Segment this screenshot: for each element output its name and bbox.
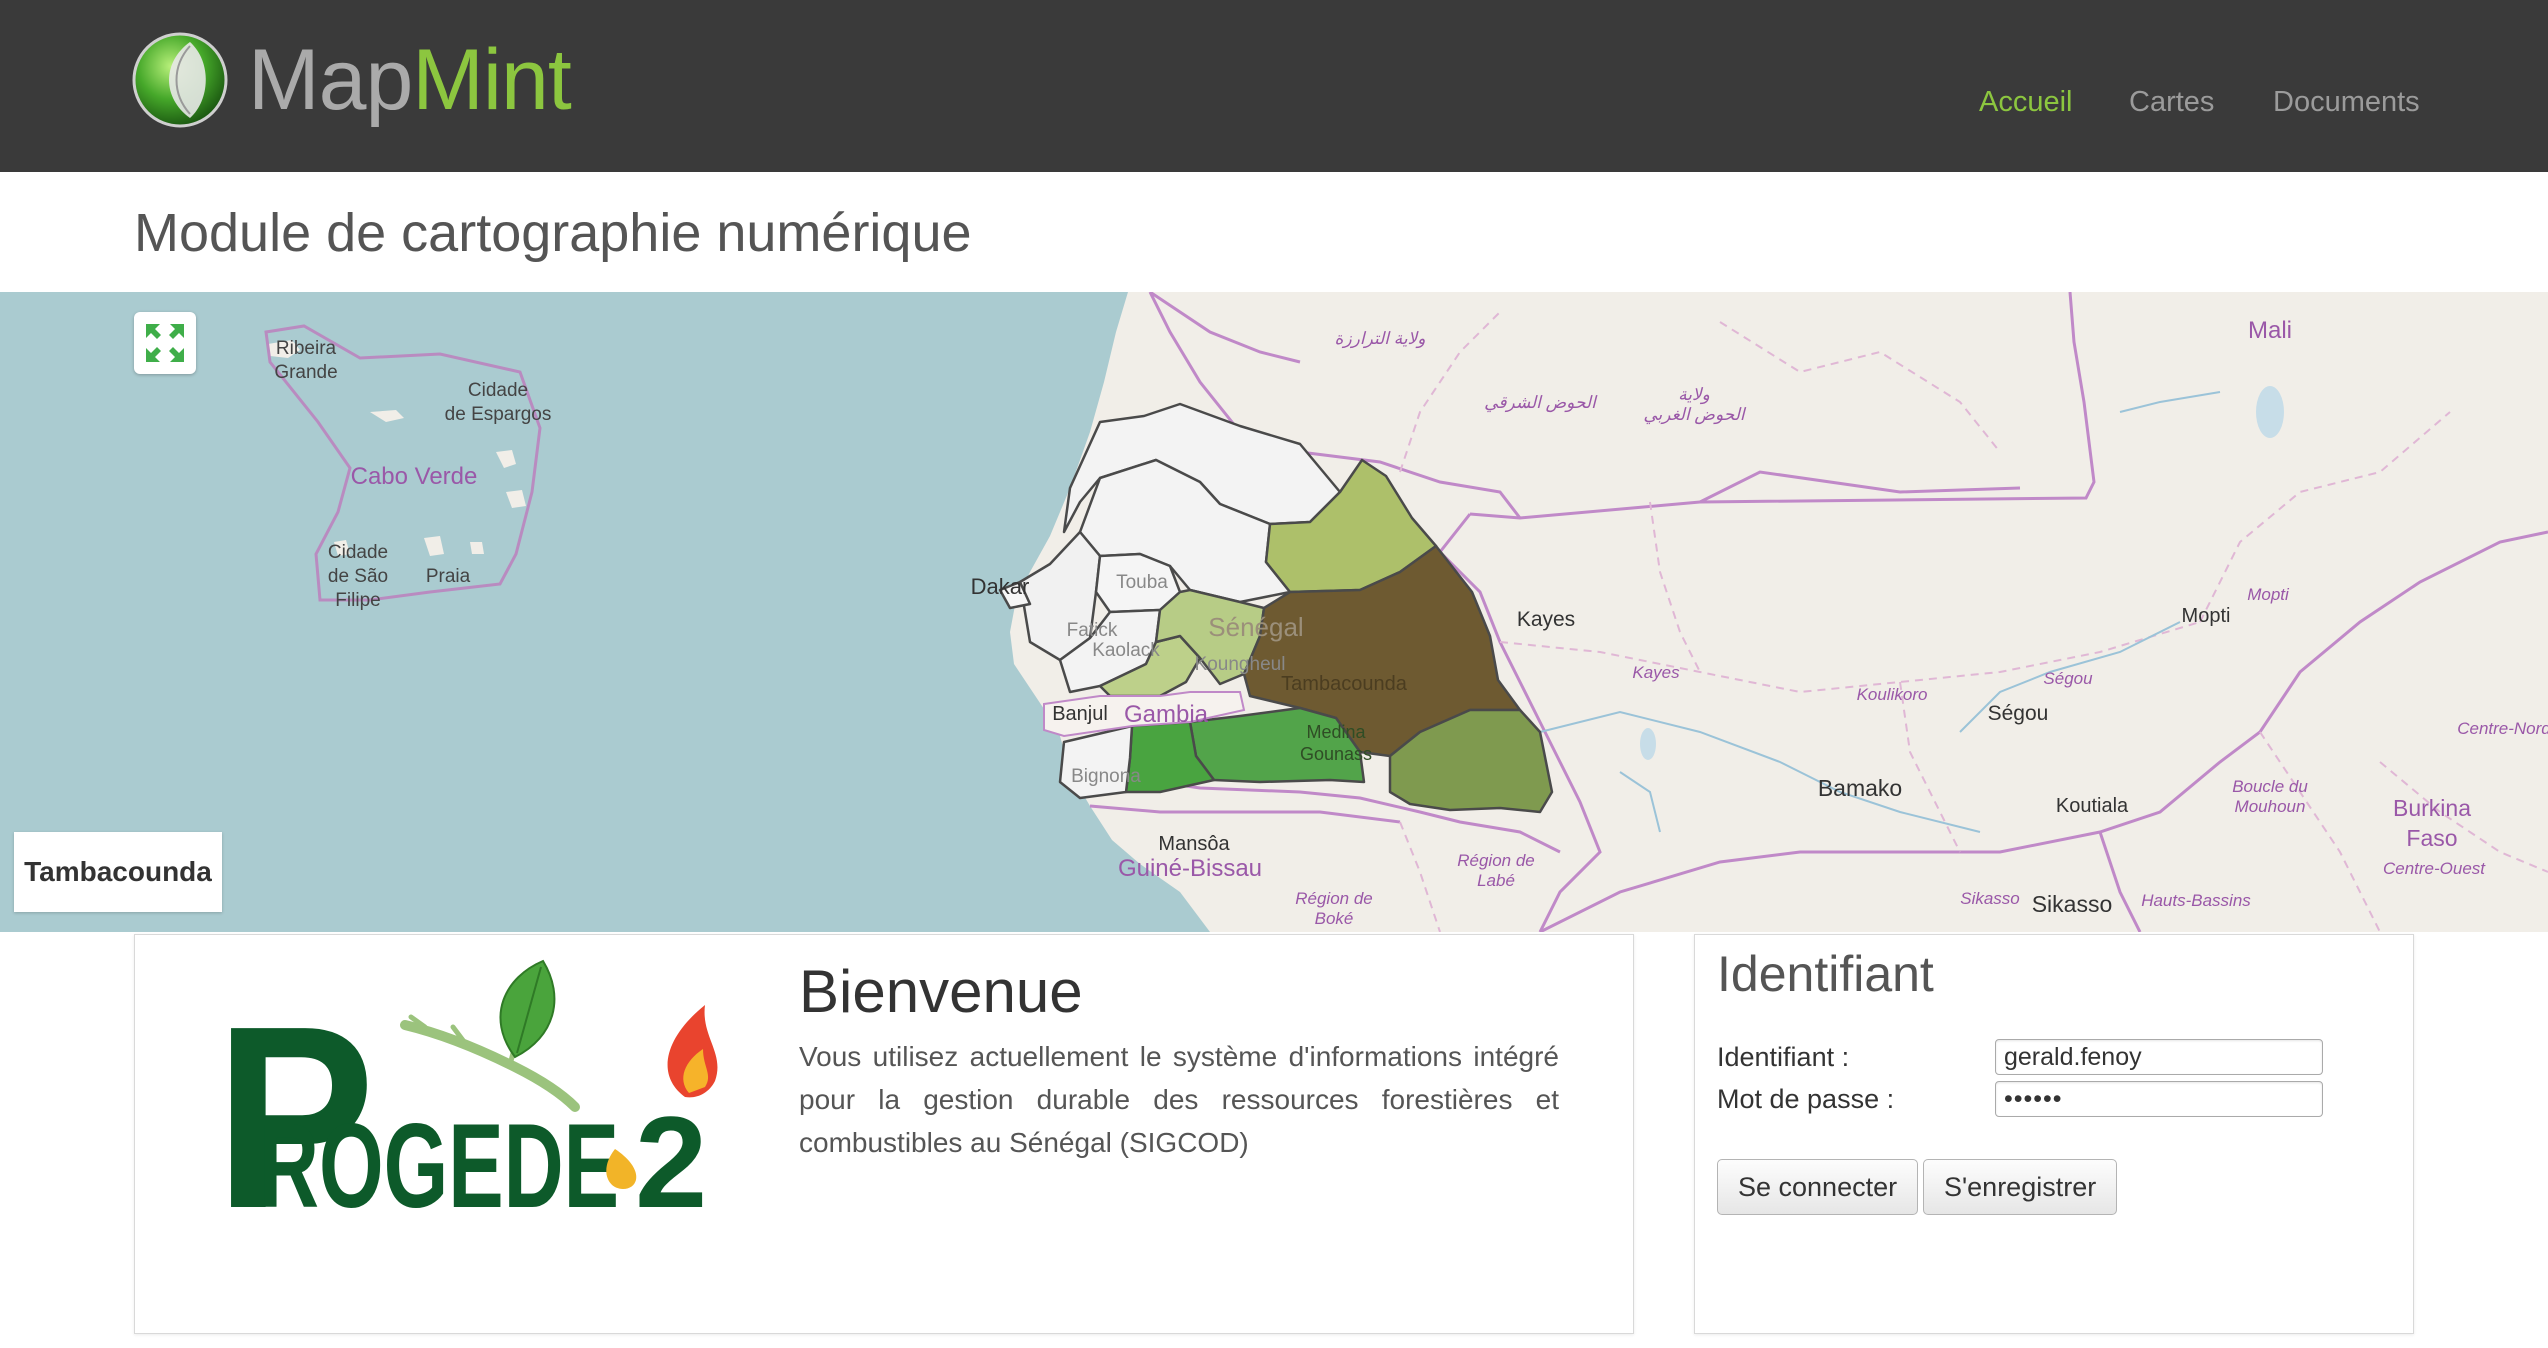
- label-ribeira-1: Ribeira: [276, 338, 337, 359]
- brand-name-part2: Mint: [412, 32, 571, 128]
- leaf-icon: [499, 959, 556, 1059]
- label-sao-filipe-1: Cidade: [328, 542, 388, 563]
- label-fatick: Fatick: [1067, 620, 1118, 641]
- label-koungheul: Koungheul: [1195, 654, 1286, 675]
- label-hodh-gharbi-2: الحوض الغربي: [1643, 405, 1747, 425]
- label-touba: Touba: [1116, 572, 1168, 593]
- logo-number-2: 2: [635, 1089, 707, 1235]
- mapmint-logo-icon: [132, 32, 228, 128]
- register-button[interactable]: S'enregistrer: [1923, 1159, 2118, 1215]
- label-kaolack: Kaolack: [1092, 640, 1160, 661]
- fullscreen-button[interactable]: [134, 312, 196, 374]
- label-dakar: Dakar: [971, 574, 1030, 599]
- welcome-title: Bienvenue: [799, 958, 1083, 1025]
- label-gambia: Gambia: [1124, 701, 1209, 728]
- label-labe-1: Région de: [1457, 851, 1535, 870]
- progede-logo: P ROGEDE 2: [215, 959, 718, 1247]
- label-boke-2: Boké: [1315, 909, 1354, 928]
- label-labe-2: Labé: [1477, 871, 1515, 890]
- login-panel: Identifiant Identifiant : Mot de passe :…: [1694, 934, 2414, 1334]
- label-trarza: ولاية الترارزة: [1335, 329, 1426, 349]
- label-sao-filipe-3: Filipe: [335, 590, 380, 611]
- label-hodh-gharbi-1: ولاية: [1678, 385, 1710, 405]
- username-label: Identifiant :: [1717, 1042, 1850, 1072]
- expand-icon: [146, 324, 184, 362]
- label-bignona: Bignona: [1071, 766, 1141, 787]
- login-title: Identifiant: [1717, 946, 1934, 1002]
- welcome-panel: P ROGEDE 2 Bienvenue Vous utilisez actue…: [134, 934, 1634, 1334]
- label-bamako: Bamako: [1818, 775, 1902, 801]
- login-button[interactable]: Se connecter: [1717, 1159, 1919, 1215]
- label-banjul: Banjul: [1052, 703, 1108, 725]
- label-segou: Ségou: [1988, 702, 2049, 725]
- label-burkina-1: Burkina: [2393, 795, 2471, 821]
- svg-text:RibeiraGrande: Ribeira Grande: [274, 338, 337, 383]
- label-kayes: Kayes: [1517, 608, 1575, 631]
- welcome-description: Vous utilisez actuellement le système d'…: [799, 1041, 1559, 1158]
- label-praia: Praia: [426, 566, 471, 587]
- label-cabo-verde: Cabo Verde: [351, 463, 478, 490]
- label-espargos-2: de Espargos: [445, 404, 552, 425]
- label-medina-2: Gounass: [1300, 744, 1372, 764]
- selected-region-label: Tambacounda: [14, 832, 222, 912]
- label-hodh-charghi: الحوض الشرقي: [1484, 393, 1598, 413]
- label-mansoa: Mansôa: [1158, 833, 1230, 855]
- top-navbar: MapMint Accueil Cartes Documents: [0, 0, 2548, 172]
- page-title: Module de cartographie numérique: [134, 203, 972, 263]
- label-segou-region: Ségou: [2043, 669, 2093, 688]
- label-boucle-1: Boucle du: [2232, 777, 2308, 796]
- label-hauts-bassins: Hauts-Bassins: [2141, 891, 2251, 910]
- password-input[interactable]: [1995, 1081, 2323, 1117]
- label-ribeira-2: Grande: [274, 362, 337, 383]
- logo-letters-rogede: ROGEDE: [259, 1099, 619, 1233]
- label-mopti-region: Mopti: [2247, 585, 2290, 604]
- brand-name-part1: Map: [248, 32, 413, 128]
- label-sao-filipe-2: de São: [328, 566, 388, 587]
- map-canvas[interactable]: Ribeira Grande Cidade de Espargos Cidade de…: [0, 292, 2548, 932]
- username-input[interactable]: [1995, 1039, 2323, 1075]
- label-boke-1: Région de: [1295, 889, 1373, 908]
- label-sikasso: Sikasso: [2032, 891, 2113, 917]
- svg-text:Boucle duMouhoun: Boucle du Mouhoun: [2232, 777, 2308, 816]
- map-view[interactable]: Ribeira Grande Cidade de Espargos Cidade de…: [0, 292, 2548, 932]
- label-mali: Mali: [2248, 317, 2292, 344]
- label-medina-1: Medina: [1306, 722, 1366, 742]
- svg-text:Cidadede SãoFilipe: Cidade de São Filipe: [328, 542, 388, 611]
- label-burkina-2: Faso: [2406, 825, 2457, 851]
- nav-documents[interactable]: Documents: [2273, 82, 2420, 122]
- label-guine-bissau: Guiné-Bissau: [1118, 855, 1262, 882]
- svg-text:Cidadede Espargos: Cidade de Espargos: [445, 380, 552, 425]
- password-label: Mot de passe :: [1717, 1084, 1895, 1114]
- label-senegal: Sénégal: [1208, 612, 1303, 642]
- label-boucle-2: Mouhoun: [2235, 797, 2306, 816]
- label-centre-ouest: Centre-Ouest: [2383, 859, 2486, 878]
- nav-cartes[interactable]: Cartes: [2129, 82, 2214, 122]
- brand-logo-text[interactable]: MapMint: [248, 30, 572, 130]
- label-centre-nord: Centre-Nord: [2457, 719, 2548, 738]
- label-kayes-region: Kayes: [1632, 663, 1680, 682]
- label-koulikoro: Koulikoro: [1857, 685, 1928, 704]
- label-tambacounda: Tambacounda: [1281, 673, 1408, 695]
- label-koutiala: Koutiala: [2056, 795, 2129, 817]
- nav-accueil[interactable]: Accueil: [1979, 82, 2073, 122]
- label-sikasso-region: Sikasso: [1960, 889, 2020, 908]
- branch-icon: [400, 1020, 580, 1112]
- label-mopti: Mopti: [2182, 605, 2231, 627]
- label-espargos-1: Cidade: [468, 380, 528, 401]
